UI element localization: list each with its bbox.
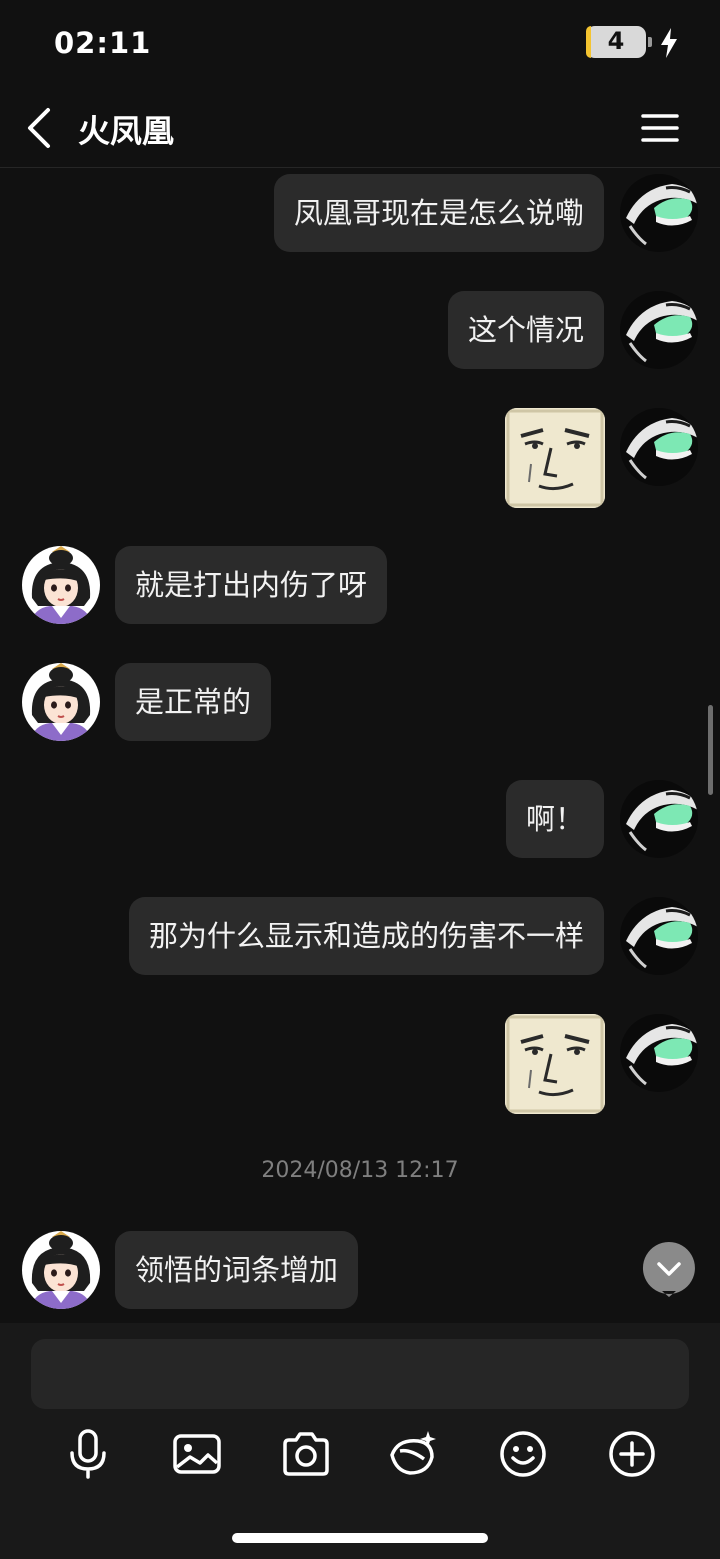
- plus-icon[interactable]: [607, 1429, 657, 1479]
- friend-avatar[interactable]: [22, 663, 100, 741]
- menu-icon[interactable]: [640, 110, 680, 146]
- message-bubble[interactable]: 啊！: [505, 780, 604, 858]
- home-indicator[interactable]: [232, 1533, 488, 1543]
- image-icon[interactable]: [172, 1429, 222, 1479]
- message-bubble[interactable]: 凤凰哥现在是怎么说嘞: [273, 174, 604, 252]
- battery-level: 4: [607, 27, 625, 55]
- scroll-to-bottom-button[interactable]: [642, 1241, 696, 1297]
- chat-title: 火凤凰: [78, 112, 175, 150]
- message-bubble[interactable]: 是正常的: [115, 663, 272, 741]
- my-avatar[interactable]: [620, 780, 698, 858]
- message-bubble[interactable]: 就是打出内伤了呀: [115, 546, 388, 624]
- friend-avatar[interactable]: [22, 546, 100, 624]
- message-timestamp: 2024/08/13 12:17: [261, 1158, 459, 1183]
- chat-header: 火凤凰: [0, 88, 720, 168]
- battery-tip: [648, 37, 652, 47]
- message-bubble[interactable]: 领悟的词条增加: [115, 1231, 359, 1309]
- microphone-icon[interactable]: [63, 1429, 113, 1479]
- smug-face-sticker[interactable]: [505, 408, 605, 508]
- input-area: [0, 1323, 720, 1559]
- message-bubble[interactable]: 这个情况: [447, 291, 604, 369]
- my-avatar[interactable]: [620, 897, 698, 975]
- my-avatar[interactable]: [620, 291, 698, 369]
- creative-icon[interactable]: [388, 1429, 438, 1479]
- my-avatar[interactable]: [620, 174, 698, 252]
- emoji-icon[interactable]: [498, 1429, 548, 1479]
- status-time: 02:11: [54, 26, 152, 60]
- my-avatar[interactable]: [620, 408, 698, 486]
- friend-avatar[interactable]: [22, 1231, 100, 1309]
- message-input[interactable]: [31, 1339, 689, 1409]
- message-list[interactable]: 凤凰哥现在是怎么说嘞 这个情况 就是打出内伤了呀 是正常的 啊！ 那为什么显示和…: [0, 169, 720, 1323]
- message-bubble[interactable]: 那为什么显示和造成的伤害不一样: [128, 897, 604, 975]
- my-avatar[interactable]: [620, 1014, 698, 1092]
- camera-icon[interactable]: [281, 1429, 331, 1479]
- status-bar: 02:11 4: [0, 0, 720, 88]
- back-arrow-icon[interactable]: [22, 106, 62, 150]
- smug-face-sticker[interactable]: [505, 1014, 605, 1114]
- scrollbar-thumb[interactable]: [708, 705, 713, 795]
- charging-bolt-icon: [661, 28, 677, 58]
- battery-icon: 4: [586, 26, 646, 58]
